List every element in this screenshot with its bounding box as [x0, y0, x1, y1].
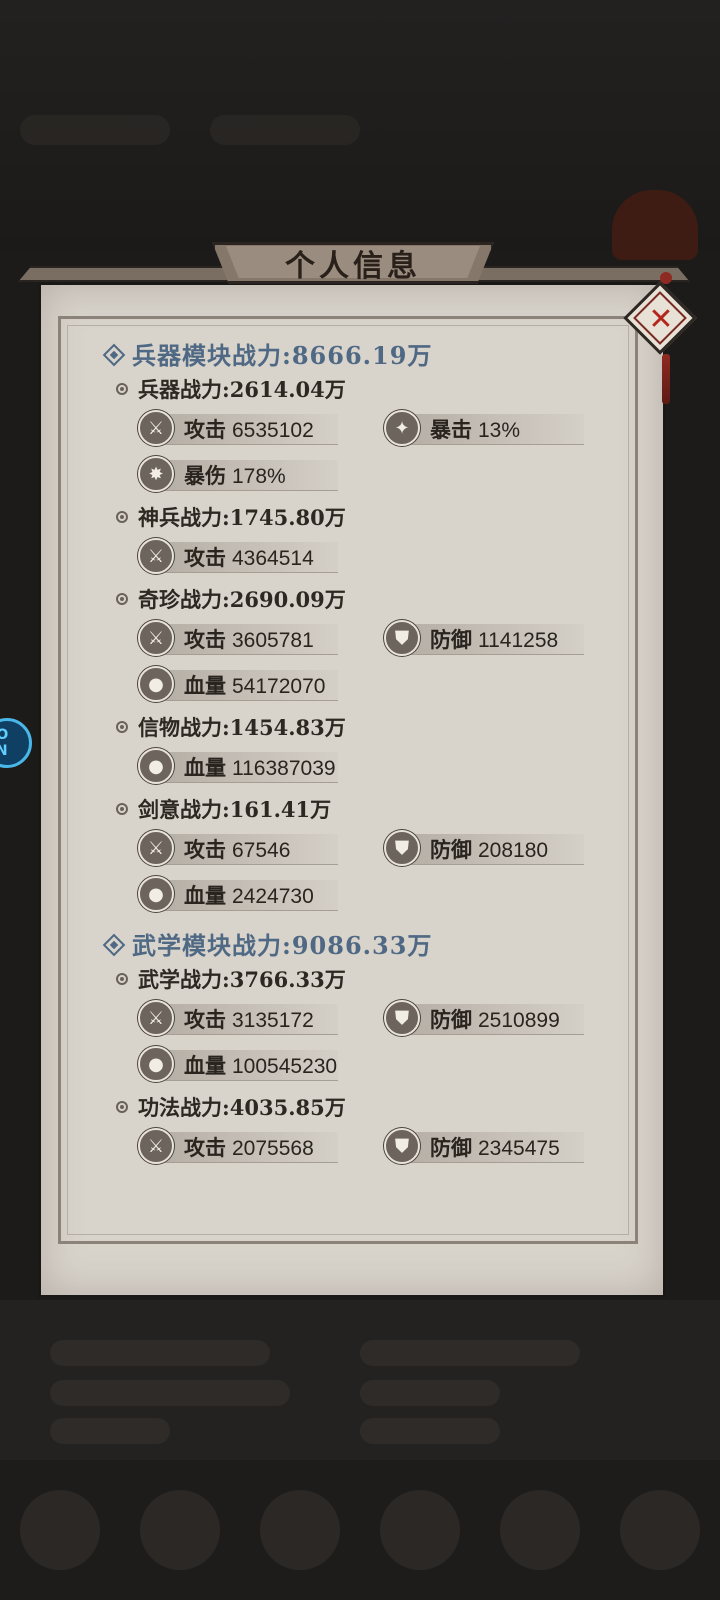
shield-icon: ⛊ [384, 1000, 420, 1036]
shield-icon: ⛊ [384, 620, 420, 656]
stat-value: 3135172 [232, 1009, 314, 1032]
stat-item: ⚔ 攻击 3605781 [138, 620, 338, 656]
circle-bullet-icon [116, 593, 128, 605]
stat-value: 116387039 [232, 757, 336, 780]
stat-label: 防御 [430, 627, 472, 652]
subsection-title: 武学战力:3766.33万 [116, 964, 346, 994]
close-tassel [662, 354, 670, 404]
crossed-swords-icon: ⚔ [138, 1128, 174, 1164]
stat-label: 防御 [430, 1007, 472, 1032]
stat-label: 攻击 [184, 837, 226, 862]
stat-item: ⛊ 防御 208180 [384, 830, 584, 866]
stat-label: 防御 [430, 1135, 472, 1160]
stat-label: 攻击 [184, 1007, 226, 1032]
circle-bullet-icon [116, 973, 128, 985]
background-red-ornament [612, 190, 698, 260]
subsection-title: 神兵战力:1745.80万 [116, 502, 346, 532]
stat-value: 2424730 [232, 885, 314, 908]
stat-label: 攻击 [184, 417, 226, 442]
stat-value: 3605781 [232, 629, 314, 652]
stat-value: 2345475 [478, 1137, 560, 1160]
section-title: 武学模块战力:9086.33万 [102, 926, 432, 961]
stat-item: ✦ 暴击 13% [384, 410, 584, 446]
circle-bullet-icon [116, 803, 128, 815]
subsection-title: 奇珍战力:2690.09万 [116, 584, 346, 614]
modal-title: 个人信息 [285, 249, 421, 284]
stat-value: 178% [232, 465, 286, 488]
circle-bullet-icon [116, 383, 128, 395]
crossed-swords-icon: ⚔ [138, 410, 174, 446]
subsection-title: 功法战力:4035.85万 [116, 1092, 346, 1122]
close-button[interactable]: ✕ [623, 281, 697, 355]
stat-label: 防御 [430, 837, 472, 862]
stat-value: 2075568 [232, 1137, 314, 1160]
crossed-swords-icon: ⚔ [138, 620, 174, 656]
blood-drop-icon: ● [138, 666, 174, 702]
stat-item: ⛊ 防御 2345475 [384, 1128, 584, 1164]
stat-value: 2510899 [478, 1009, 560, 1032]
stat-item: ⛊ 防御 2510899 [384, 1000, 584, 1036]
circle-bullet-icon [116, 721, 128, 733]
subsection-title: 剑意战力:161.41万 [116, 794, 331, 824]
stat-label: 攻击 [184, 627, 226, 652]
stat-item: ● 血量 116387039 [138, 748, 338, 784]
circle-bullet-icon [116, 511, 128, 523]
stat-value: 4364514 [232, 547, 314, 570]
critical-strike-icon: ✦ [384, 410, 420, 446]
stat-value: 54172070 [232, 675, 326, 698]
crossed-swords-icon: ⚔ [138, 830, 174, 866]
stat-item: ⚔ 攻击 2075568 [138, 1128, 338, 1164]
stat-item: ✸ 暴伤 178% [138, 456, 338, 492]
background-top-bar [20, 108, 440, 152]
stat-label: 血量 [184, 755, 226, 780]
stat-item: ⚔ 攻击 3135172 [138, 1000, 338, 1036]
crossed-swords-icon: ⚔ [138, 1000, 174, 1036]
blood-drop-icon: ● [138, 1046, 174, 1082]
stat-value: 67546 [232, 839, 291, 862]
shield-icon: ⛊ [384, 1128, 420, 1164]
diamond-bullet-icon [102, 343, 126, 366]
stat-item: ⚔ 攻击 4364514 [138, 538, 338, 574]
close-icon: ✕ [648, 301, 674, 337]
background-bottom-nav [0, 1460, 720, 1600]
stat-item: ⛊ 防御 1141258 [384, 620, 584, 656]
stat-value: 1141258 [478, 629, 559, 652]
crossed-swords-icon: ⚔ [138, 538, 174, 574]
stat-item: ⚔ 攻击 67546 [138, 830, 338, 866]
stat-item: ⚔ 攻击 6535102 [138, 410, 338, 446]
subsection-title: 兵器战力:2614.04万 [116, 374, 346, 404]
stats-scroll-list[interactable]: 兵器模块战力:8666.19万 兵器战力:2614.04万 ⚔ 攻击 6535102 ✦ 暴… [64, 336, 634, 1216]
stat-label: 攻击 [184, 1135, 226, 1160]
stat-label: 暴伤 [184, 463, 226, 488]
section-title: 兵器模块战力:8666.19万 [102, 336, 432, 371]
stat-value: 13% [478, 419, 521, 442]
stat-label: 血量 [184, 673, 226, 698]
circle-bullet-icon [116, 1101, 128, 1113]
stat-item: ● 血量 100545230 [138, 1046, 338, 1082]
blood-drop-icon: ● [138, 876, 174, 912]
critical-damage-icon: ✸ [138, 456, 174, 492]
stat-label: 血量 [184, 883, 226, 908]
stat-label: 血量 [184, 1053, 226, 1078]
side-event-badge[interactable]: ÚO AN [0, 718, 32, 768]
stat-value: 6535102 [232, 419, 314, 442]
diamond-bullet-icon [102, 933, 126, 956]
stat-label: 攻击 [184, 545, 226, 570]
blood-drop-icon: ● [138, 748, 174, 784]
subsection-title: 信物战力:1454.83万 [116, 712, 346, 742]
stat-item: ● 血量 2424730 [138, 876, 338, 912]
shield-icon: ⛊ [384, 830, 420, 866]
stat-item: ● 血量 54172070 [138, 666, 338, 702]
stat-label: 暴击 [430, 417, 472, 442]
stat-value: 100545230 [232, 1055, 338, 1078]
stat-value: 208180 [478, 839, 549, 862]
